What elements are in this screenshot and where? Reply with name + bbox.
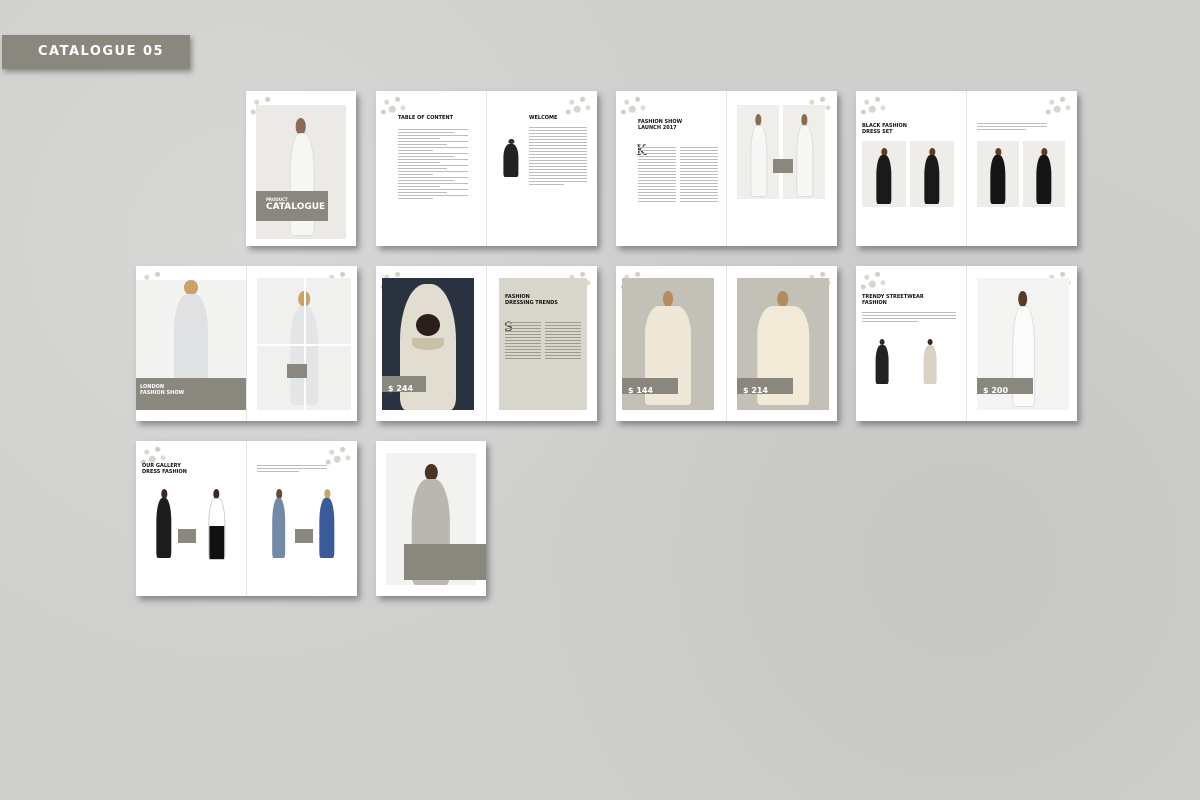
gown-right-page: $ 214 bbox=[726, 266, 837, 421]
floral-ornament bbox=[856, 266, 892, 294]
black-fashion-right-page bbox=[966, 91, 1077, 246]
black-dress-photo-4 bbox=[1023, 141, 1065, 207]
contents-page: TABLE OF CONTENT bbox=[376, 91, 486, 246]
everyday-photo-1 bbox=[142, 481, 186, 561]
london-left-page: LONDON FASHION SHOW bbox=[136, 266, 246, 421]
cover-title-box: PRODUCT CATALOGUE bbox=[256, 191, 328, 221]
london-title-box: LONDON FASHION SHOW bbox=[136, 378, 246, 410]
hood-spread[interactable]: $ 244 FASHION DRESSING TRENDS S bbox=[376, 266, 597, 421]
gown-right-price-box: $ 214 bbox=[737, 378, 793, 395]
contents-spread[interactable]: TABLE OF CONTENT WELCOME bbox=[376, 91, 597, 246]
welcome-title: WELCOME bbox=[529, 115, 558, 121]
streetwear-price: $ 200 bbox=[983, 386, 1009, 395]
black-fashion-spread[interactable]: BLACK FASHION DRESS SET bbox=[856, 91, 1077, 246]
everyday-badge-left bbox=[178, 529, 196, 543]
fashion-trends-title-2: DRESSING TRENDS bbox=[505, 300, 558, 306]
hood-photo-page: $ 244 bbox=[376, 266, 486, 421]
london-spread[interactable]: LONDON FASHION SHOW bbox=[136, 266, 357, 421]
contents-list bbox=[398, 129, 468, 201]
fashion-show-column-2 bbox=[680, 147, 718, 204]
cover-big-title: CATALOGUE bbox=[266, 202, 326, 212]
white-dress-front-photo bbox=[737, 105, 779, 199]
gown-left-price: $ 144 bbox=[628, 386, 654, 395]
floral-ornament bbox=[561, 91, 597, 119]
gown-right-price: $ 214 bbox=[743, 386, 769, 395]
cover-page[interactable]: PRODUCT CATALOGUE bbox=[246, 91, 356, 246]
london-right-page bbox=[246, 266, 357, 421]
floral-ornament bbox=[1041, 91, 1077, 119]
streetwear-right-page: $ 200 bbox=[966, 266, 1077, 421]
black-fashion-intro bbox=[977, 123, 1047, 132]
fashion-trends-column-2 bbox=[545, 322, 581, 361]
fashion-show-photo-page bbox=[726, 91, 837, 246]
fashion-show-text-page: FASHION SHOW LAUNCH 2017 K bbox=[616, 91, 726, 246]
london-title-2: FASHION SHOW bbox=[140, 390, 185, 396]
gown-left-page: $ 144 bbox=[616, 266, 726, 421]
black-dress-photo-2 bbox=[910, 141, 954, 207]
fashion-trends-page: FASHION DRESSING TRENDS S bbox=[486, 266, 597, 421]
contents-title: TABLE OF CONTENT bbox=[398, 115, 453, 121]
hood-price: $ 244 bbox=[388, 384, 414, 393]
fashion-show-column-1 bbox=[638, 147, 676, 204]
hood-price-box: $ 244 bbox=[382, 376, 426, 393]
fashion-trends-column-1 bbox=[505, 322, 541, 361]
everyday-title-2: DRESS FASHION bbox=[142, 469, 187, 475]
streetwear-photo-2 bbox=[910, 334, 950, 386]
streetwear-intro bbox=[862, 312, 956, 324]
back-cover-box bbox=[404, 544, 486, 580]
black-dress-photo-3 bbox=[977, 141, 1019, 207]
welcome-text bbox=[529, 127, 587, 187]
black-fashion-title-2: DRESS SET bbox=[862, 129, 893, 135]
everyday-photo-4 bbox=[305, 481, 349, 561]
black-fashion-left-page: BLACK FASHION DRESS SET bbox=[856, 91, 966, 246]
floral-ornament bbox=[856, 91, 892, 119]
welcome-portrait bbox=[499, 139, 523, 179]
streetwear-title-2: FASHION bbox=[862, 300, 887, 306]
price-badge bbox=[773, 159, 793, 173]
fashion-trends-panel: FASHION DRESSING TRENDS S bbox=[499, 278, 587, 410]
white-dress-back-photo bbox=[783, 105, 825, 199]
streetwear-price-box: $ 200 bbox=[977, 378, 1033, 395]
floral-ornament bbox=[616, 91, 652, 119]
welcome-page: WELCOME bbox=[486, 91, 597, 246]
gowns-spread[interactable]: $ 144 $ 214 bbox=[616, 266, 837, 421]
fashion-show-title-2: LAUNCH 2017 bbox=[638, 125, 677, 131]
gown-left-price-box: $ 144 bbox=[622, 378, 678, 395]
london-badge bbox=[287, 364, 307, 378]
streetwear-spread[interactable]: TRENDY STREETWEAR FASHION $ 200 bbox=[856, 266, 1077, 421]
everyday-photo-2 bbox=[194, 481, 238, 561]
everyday-badge-right bbox=[295, 529, 313, 543]
streetwear-left-page: TRENDY STREETWEAR FASHION bbox=[856, 266, 966, 421]
back-cover-page[interactable] bbox=[376, 441, 486, 596]
everyday-intro bbox=[257, 465, 327, 474]
streetwear-photo-1 bbox=[862, 334, 902, 386]
everyday-left-page: OUR GALLERY DRESS FASHION bbox=[136, 441, 246, 596]
everyday-photo-3 bbox=[257, 481, 301, 561]
fashion-show-spread[interactable]: FASHION SHOW LAUNCH 2017 K bbox=[616, 91, 837, 246]
black-dress-photo-1 bbox=[862, 141, 906, 207]
catalogue-tag: CATALOGUE 05 bbox=[2, 35, 190, 69]
everyday-right-page bbox=[246, 441, 357, 596]
london-photo-right bbox=[257, 278, 351, 410]
everyday-spread[interactable]: OUR GALLERY DRESS FASHION bbox=[136, 441, 357, 596]
